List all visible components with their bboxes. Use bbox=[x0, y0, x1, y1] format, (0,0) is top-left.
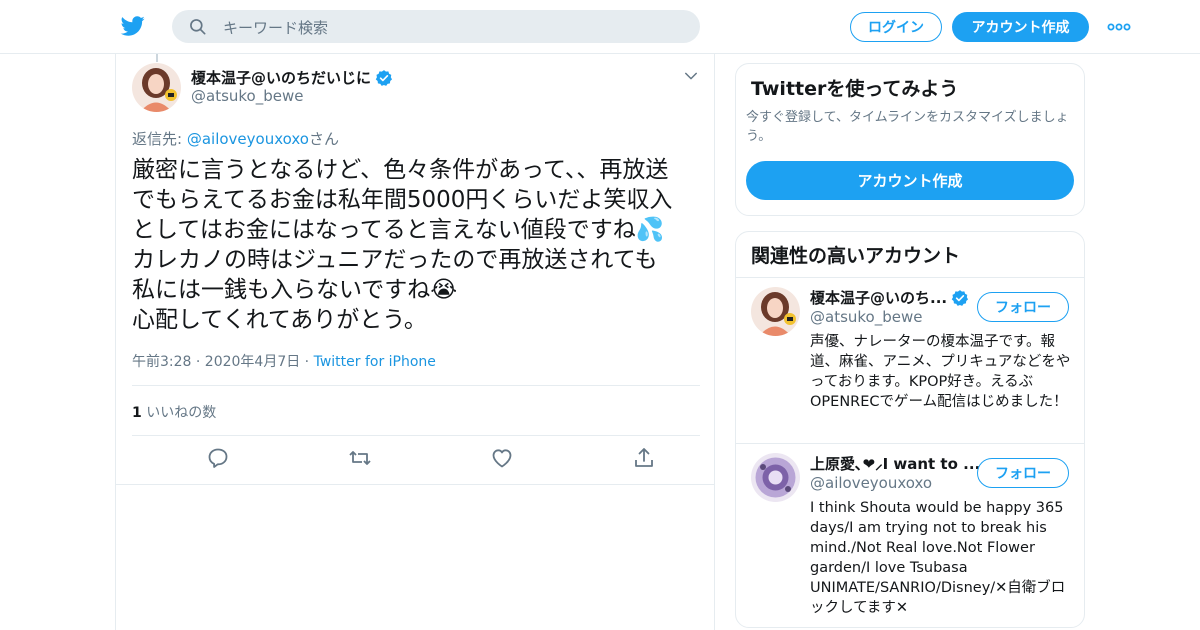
account-bio: I think Shouta would be happy 365 days/I… bbox=[810, 500, 1066, 616]
account-name-text[interactable]: 上原愛､❤⸝I want to ... bbox=[810, 453, 980, 474]
reply-suffix: さん bbox=[308, 130, 339, 148]
reply-prefix: 返信先: bbox=[132, 130, 187, 148]
tweet-timestamp[interactable]: 午前3:28 · 2020年4月7日 · bbox=[132, 354, 314, 370]
signup-card-button[interactable]: アカウント作成 bbox=[746, 161, 1074, 200]
related-account-item[interactable]: 榎本温子@いのち... @atsuko_bewe フォロー 声優、ナレーターの榎… bbox=[736, 277, 1084, 443]
signup-card: Twitterを使ってみよう 今すぐ登録して、タイムラインをカスタマイズしましょ… bbox=[735, 63, 1085, 216]
follow-button[interactable]: フォロー bbox=[977, 292, 1069, 322]
top-bar: キーワード検索 ログイン アカウント作成 bbox=[0, 0, 1200, 54]
divider bbox=[132, 385, 700, 386]
likes-label: いいねの数 bbox=[141, 405, 217, 421]
tweet-detail: 榎本温子@いのちだいじに @atsuko_bewe 返信先: @ailoveyo… bbox=[115, 54, 715, 630]
reply-mention-link[interactable]: @ailoveyouxoxo bbox=[187, 130, 309, 148]
avatar-image bbox=[751, 287, 800, 336]
search-bar[interactable]: キーワード検索 bbox=[172, 10, 700, 43]
avatar[interactable] bbox=[751, 287, 800, 336]
tweet-client-link[interactable]: Twitter for iPhone bbox=[314, 354, 436, 370]
author-name[interactable]: 榎本温子@いのちだいじに bbox=[191, 67, 393, 88]
thread-connector bbox=[156, 54, 158, 62]
related-account-item[interactable]: 上原愛､❤⸝I want to ... @ailoveyouxoxo フォロー … bbox=[736, 443, 1084, 628]
account-handle[interactable]: @atsuko_bewe bbox=[810, 308, 922, 326]
share-icon[interactable] bbox=[632, 446, 656, 470]
related-accounts-card: 関連性の高いアカウント 榎本温子@いのち... @atsuko_bewe フォロ… bbox=[735, 231, 1085, 628]
avatar[interactable] bbox=[132, 63, 181, 112]
tweet-actions bbox=[132, 446, 700, 474]
account-name-text[interactable]: 榎本温子@いのち... bbox=[810, 287, 947, 308]
search-icon bbox=[190, 19, 206, 35]
divider bbox=[132, 435, 700, 436]
tweet-meta: 午前3:28 · 2020年4月7日 · Twitter for iPhone bbox=[132, 351, 436, 371]
follow-button[interactable]: フォロー bbox=[977, 458, 1069, 488]
reply-icon[interactable] bbox=[206, 446, 230, 470]
divider bbox=[116, 484, 714, 485]
avatar-image bbox=[132, 63, 181, 112]
account-name[interactable]: 榎本温子@いのち... bbox=[810, 287, 969, 308]
chevron-down-icon[interactable] bbox=[682, 67, 700, 85]
signup-card-description: 今すぐ登録して、タイムラインをカスタマイズしましょう。 bbox=[746, 110, 1069, 144]
search-input[interactable]: キーワード検索 bbox=[223, 17, 328, 38]
retweet-icon[interactable] bbox=[348, 446, 372, 470]
signup-button[interactable]: アカウント作成 bbox=[952, 12, 1089, 42]
like-heart-icon[interactable] bbox=[490, 446, 514, 470]
more-dots-icon[interactable] bbox=[1106, 17, 1132, 37]
login-button[interactable]: ログイン bbox=[850, 12, 942, 42]
verified-badge-icon bbox=[375, 69, 393, 86]
likes-count[interactable]: 1 いいねの数 bbox=[132, 402, 216, 422]
likes-number: 1 bbox=[132, 405, 142, 421]
related-accounts-title: 関連性の高いアカウント bbox=[751, 245, 961, 267]
avatar[interactable] bbox=[751, 453, 800, 502]
account-bio: 声優、ナレーターの榎本温子です。報道、麻雀、アニメ、プリキュアなどをやっておりま… bbox=[810, 334, 1071, 410]
avatar-image bbox=[751, 453, 800, 502]
account-name[interactable]: 上原愛､❤⸝I want to ... bbox=[810, 453, 980, 474]
twitter-bird-icon[interactable] bbox=[120, 14, 146, 38]
signup-card-title: Twitterを使ってみよう bbox=[751, 78, 959, 100]
author-handle[interactable]: @atsuko_bewe bbox=[191, 87, 303, 105]
verified-badge-icon bbox=[951, 289, 969, 306]
author-name-text[interactable]: 榎本温子@いのちだいじに bbox=[191, 67, 371, 88]
account-handle[interactable]: @ailoveyouxoxo bbox=[810, 474, 932, 492]
reply-context: 返信先: @ailoveyouxoxoさん bbox=[132, 128, 339, 149]
tweet-text: 厳密に言うとなるけど、色々条件があって、、再放送 でもらえてるお金は私年間500… bbox=[132, 157, 673, 333]
